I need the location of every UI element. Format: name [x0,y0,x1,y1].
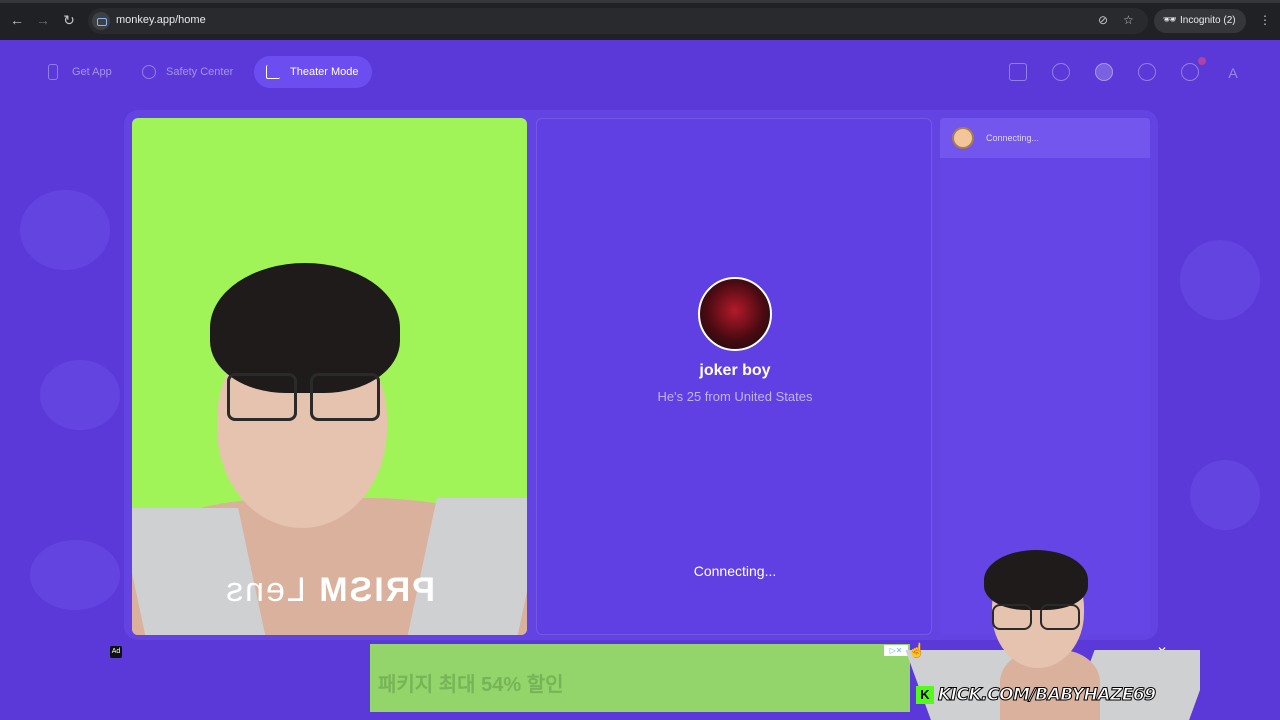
get-app-label: Get App [72,66,112,78]
safety-center-button[interactable]: Safety Center [130,56,245,88]
star-icon[interactable]: ☆ [1123,13,1134,27]
stranger-info: He's 25 from United States [657,389,813,404]
monkey-icon [952,127,974,149]
more-menu-icon[interactable]: ⋮ [1259,13,1271,27]
get-app-button[interactable]: Get App [36,56,122,88]
account-avatar[interactable]: A [1222,62,1244,84]
ad-banner[interactable]: 패키지 최대 54% 할인 [370,644,910,712]
prism-sub: Lens [224,571,306,609]
background-pattern [20,190,110,270]
reload-icon[interactable]: ↻ [60,11,78,29]
ad-text: 패키지 최대 54% 할인 [378,674,564,696]
glasses [310,373,380,421]
incognito-icon: 🕶 [1163,14,1177,26]
url-text[interactable]: monkey.app/home [116,14,206,26]
profile-icon[interactable] [1095,63,1113,81]
glasses [227,373,297,421]
incognito-label: Incognito (2) [1180,15,1236,26]
phone-icon [48,64,58,80]
kick-logo: K [916,686,934,704]
prism-lens-watermark: PRISM Lens [132,571,527,610]
glasses [1040,604,1080,630]
background-pattern [1190,460,1260,530]
chat-bubble-icon[interactable] [1181,63,1199,81]
ad-label: Ad [110,646,122,658]
stranger-avatar[interactable] [698,277,772,351]
safety-center-label: Safety Center [166,66,234,78]
forward-icon[interactable]: → [34,11,52,29]
back-icon[interactable]: ← [8,11,26,29]
chat-status-row: Connecting... [940,118,1150,158]
hand-cursor-icon: ☝ [908,642,926,658]
kick-overlay: K KICK.COM/BABYHAZE69 [916,685,1157,707]
kick-channel: KICK.COM/BABYHAZE69 [938,685,1157,706]
background-pattern [30,540,120,610]
monkey-page: Get App Safety Center Theater Mode A PRI… [0,40,1280,720]
stranger-video: joker boy He's 25 from United States Con… [536,118,932,635]
site-info-icon[interactable] [92,12,110,30]
self-video: PRISM Lens [132,118,527,635]
background-pattern [1180,240,1260,320]
theater-mode-label: Theater Mode [290,66,359,78]
prism-brand: PRISM [317,571,435,609]
chat-status: Connecting... [986,133,1040,143]
tab-strip [0,0,1280,3]
history-icon[interactable] [1138,63,1156,81]
address-bar[interactable] [88,8,1148,34]
background-pattern [40,360,120,430]
shield-icon [142,65,156,79]
stranger-name: joker boy [699,362,771,379]
person-hair [984,550,1088,610]
expand-icon [266,65,280,79]
shop-icon[interactable] [1009,63,1027,81]
browser-toolbar: ← → ↻ monkey.app/home ⊘ ☆ 🕶 Incognito (2… [0,0,1280,40]
search-icon[interactable] [1052,63,1070,81]
theater-mode-button[interactable]: Theater Mode [254,56,372,88]
notification-dot [1198,57,1206,65]
glasses [992,604,1032,630]
eye-off-icon[interactable]: ⊘ [1098,13,1108,27]
connecting-status: Connecting... [693,563,777,579]
